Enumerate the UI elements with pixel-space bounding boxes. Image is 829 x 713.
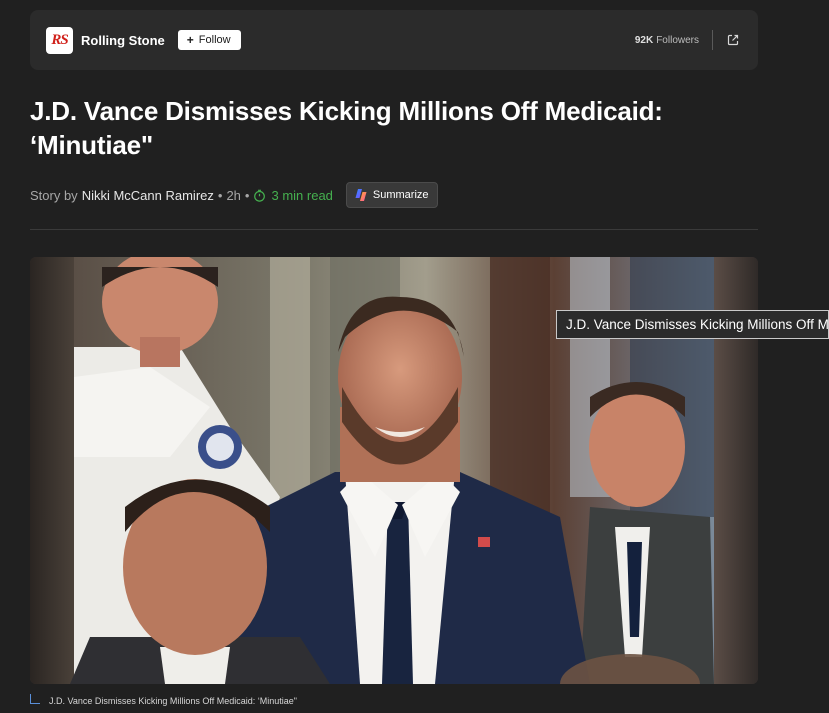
publisher-name[interactable]: Rolling Stone [81,33,165,48]
followers-number: 92K [634,34,654,46]
byline-divider [30,229,758,230]
separator-dot: • [217,187,223,203]
follow-label: Follow [198,34,231,46]
summarize-button[interactable]: Summarize [345,182,438,208]
follow-button[interactable]: + Follow [177,30,241,50]
timer-icon [254,189,266,202]
publisher-bar: RS Rolling Stone + Follow 92K Followers [30,10,758,70]
image-caption: J.D. Vance Dismisses Kicking Millions Of… [30,693,297,709]
followers-label: Followers [656,34,699,46]
copilot-icon [355,189,367,201]
separator-dot: • [244,187,250,203]
followers-count: 92K Followers [635,35,699,46]
author-link[interactable]: Nikki McCann Ramirez [82,188,214,203]
divider [712,30,713,50]
plus-icon: + [186,32,194,47]
byline: Story by Nikki McCann Ramirez • 2h • 3 m… [30,182,438,208]
rolling-stone-logo[interactable]: RS [46,26,73,54]
open-external-icon[interactable] [726,33,740,47]
caption-text: J.D. Vance Dismisses Kicking Millions Of… [49,696,297,706]
article-age: 2h [226,187,241,203]
logo-text: RS [51,31,68,48]
summarize-label: Summarize [372,189,429,201]
read-time: 3 min read [253,187,333,203]
caption-corner-icon [30,693,40,704]
byline-prefix: Story by [30,187,78,203]
article-title: J.D. Vance Dismisses Kicking Millions Of… [30,96,663,160]
read-time-label: 3 min read [271,187,333,203]
image-tooltip: J.D. Vance Dismisses Kicking Millions Of… [556,310,829,339]
